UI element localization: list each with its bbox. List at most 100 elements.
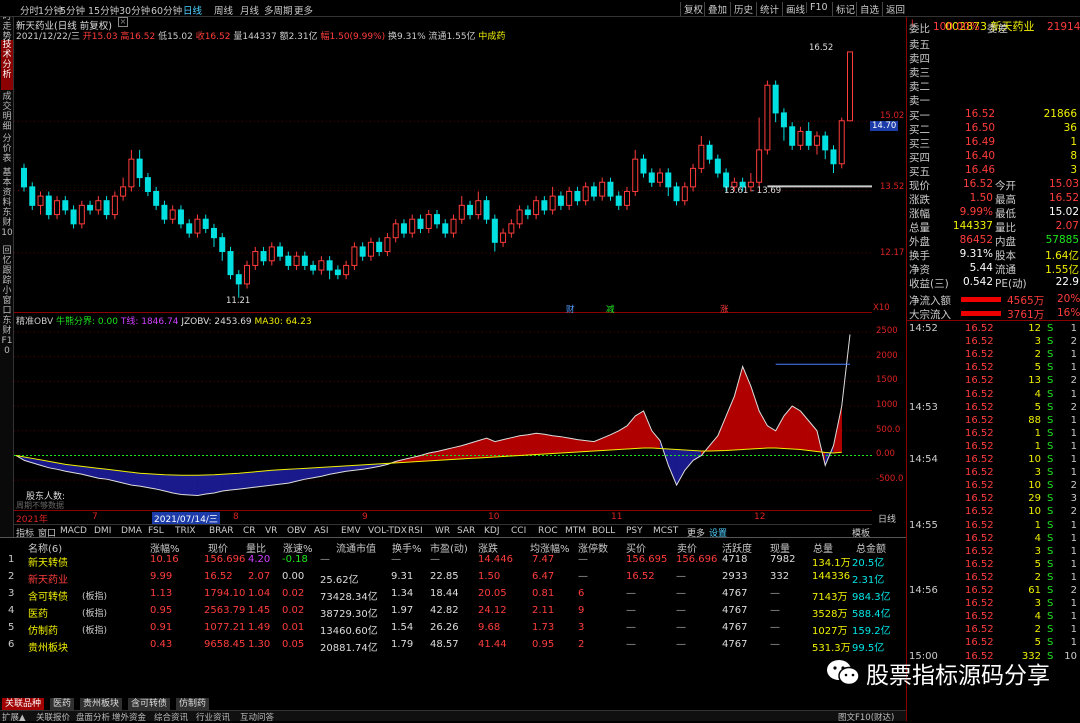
period-tab-10[interactable]: 更多 [294,3,313,17]
toolbar-btn-4[interactable]: 画线 [782,2,805,16]
sidebar-tab-5[interactable]: 东财10 [1,208,13,242]
table-header-16[interactable]: 总金额 [856,540,886,555]
sidebar-tab-7[interactable]: 小窗口 [1,286,13,316]
toolbar-btn-5[interactable]: F10 [806,2,828,13]
status-item-3[interactable]: 增外资金 [112,711,146,723]
table-header-15[interactable]: 总量 [813,540,833,555]
toolbar-btn-2[interactable]: 历史 [730,2,753,16]
indicator-tab-23[interactable]: MCST [653,526,678,536]
indicator-tab-9[interactable]: VR [265,526,277,536]
indicator-tab-19[interactable]: ROC [538,526,558,536]
table-header-5[interactable]: 流通市值 [336,540,376,555]
toolbar-btn-7[interactable]: 自选 [856,2,879,16]
indicator-tab-2[interactable]: MACD [60,526,87,536]
indicator-tab-18[interactable]: CCI [511,526,526,536]
table-cell: 2.11 [532,605,555,616]
tick-side: S [1047,362,1054,374]
indicator-tab-15[interactable]: WR [435,526,450,536]
sidebar-tab-2[interactable]: 成交明细 [1,92,13,132]
indicator-tab-20[interactable]: MTM [565,526,586,536]
table-row-name[interactable]: 含可转债 [28,588,68,603]
table-row-name[interactable]: 新天转债 [28,554,68,569]
bottom-tab-0[interactable]: 关联品种 [2,698,45,710]
table-row-name[interactable]: 医药 [28,605,48,620]
indicator-tab-7[interactable]: BRAR [209,526,233,536]
table-row-name[interactable]: 仿制药 [28,622,58,637]
period-tab-9[interactable]: 多周期 [264,3,293,17]
bottom-tab-2[interactable]: 贵州板块 [80,698,123,710]
table-cell: 9 [578,605,585,616]
period-tab-0[interactable]: 分时 [20,3,39,17]
indicator-tab-4[interactable]: DMA [121,526,142,536]
status-item-5[interactable]: 行业资讯 [196,711,230,723]
sidebar-tab-8[interactable]: 东财F10 [1,316,13,372]
table-header-9[interactable]: 均涨幅% [530,540,570,555]
candle-body [45,195,52,216]
table-header-4[interactable]: 涨速% [283,540,313,555]
period-tab-3[interactable]: 15分钟 [88,3,119,17]
period-tab-2[interactable]: 5分钟 [60,3,85,17]
tick-count: 2 [1070,585,1077,596]
table-header-10[interactable]: 涨停数 [578,540,608,555]
table-cell: 1.50 [478,571,501,582]
tick-price: 16.52 [965,571,994,583]
sidebar-tab-4[interactable]: 基本资料 [1,168,13,208]
table-row-name[interactable]: 贵州板块 [28,639,68,654]
status-item-7[interactable]: 图文F10(财达) [838,711,894,723]
table-header-1[interactable]: 涨幅% [150,540,180,555]
status-item-4[interactable]: 综合资讯 [154,711,188,723]
obv-chart[interactable]: 精准OBV 牛熊分界: 0.00 T线: 1846.74 JZOBV: 2453… [14,313,903,511]
status-item-0[interactable]: 扩展▲ [2,711,26,723]
table-header-7[interactable]: 市盈(动) [430,540,468,555]
period-tab-4[interactable]: 30分钟 [119,3,150,17]
table-header-0[interactable]: 名称(6) [28,540,62,555]
bottom-tab-4[interactable]: 仿制药 [176,698,210,710]
period-tab-8[interactable]: 月线 [240,3,259,17]
indicator-tab-22[interactable]: PSY [626,526,643,536]
toolbar-btn-8[interactable]: 返回 [882,2,905,16]
indicator-tab-6[interactable]: TRIX [175,526,196,536]
indicator-tab-16[interactable]: SAR [457,526,475,536]
table-row-name[interactable]: 新天药业 [28,571,68,586]
indicator-tab-10[interactable]: OBV [287,526,306,536]
indicator-tab-21[interactable]: BOLL [592,526,615,536]
period-tab-6[interactable]: 日线 [183,3,202,17]
period-tab-7[interactable]: 周线 [214,3,233,17]
period-tab-5[interactable]: 60分钟 [151,3,182,17]
indicator-tab-12[interactable]: EMV [341,526,361,536]
table-header-6[interactable]: 换手% [392,540,422,555]
table-cell: 4767 [722,622,748,633]
indicator-tab-14[interactable]: RSI [408,526,423,536]
indicator-tab-11[interactable]: ASI [314,526,329,536]
candle-body [847,51,853,122]
indicator-tab-17[interactable]: KDJ [484,526,500,536]
indicator-tab-8[interactable]: CR [243,526,256,536]
table-header-2[interactable]: 现价 [208,540,228,555]
kline-chart[interactable]: 新天药业(日线 前复权) × 2021/12/22/三 开15.03 高16.5… [14,17,904,315]
table-cell: 1.13 [150,588,173,599]
sidebar-tab-6[interactable]: 回忆跟踪 [1,246,13,286]
sidebar-tab-3[interactable]: 分价表 [1,134,13,166]
table-header-14[interactable]: 现量 [770,540,790,555]
bottom-tab-1[interactable]: 医药 [50,698,75,710]
indicator-tab-3[interactable]: DMI [94,526,111,536]
status-item-6[interactable]: 互动问答 [240,711,274,723]
toolbar-btn-3[interactable]: 统计 [756,2,779,16]
table-header-8[interactable]: 涨跌 [478,540,498,555]
status-item-2[interactable]: 盘面分析 [76,711,110,723]
table-header-12[interactable]: 卖价 [677,540,697,555]
toolbar-btn-6[interactable]: 标记 [832,2,855,16]
status-item-1[interactable]: 关联报价 [36,711,70,723]
indicator-tab-5[interactable]: FSL [148,526,164,536]
bottom-tab-3[interactable]: 含可转债 [128,698,171,710]
table-header-3[interactable]: 量比 [246,540,266,555]
table-header-11[interactable]: 买价 [626,540,646,555]
table-cell: — [430,554,440,565]
toolbar-btn-1[interactable]: 叠加 [704,2,727,16]
candle-body [376,241,383,253]
indicator-tab-13[interactable]: VOL-TDX [368,526,407,536]
table-header-13[interactable]: 活跃度 [722,540,752,555]
toolbar-btn-0[interactable]: 复权 [680,2,703,16]
obv-area-segment [238,472,248,490]
sidebar-tab-1[interactable]: 技术分析 [1,40,13,90]
